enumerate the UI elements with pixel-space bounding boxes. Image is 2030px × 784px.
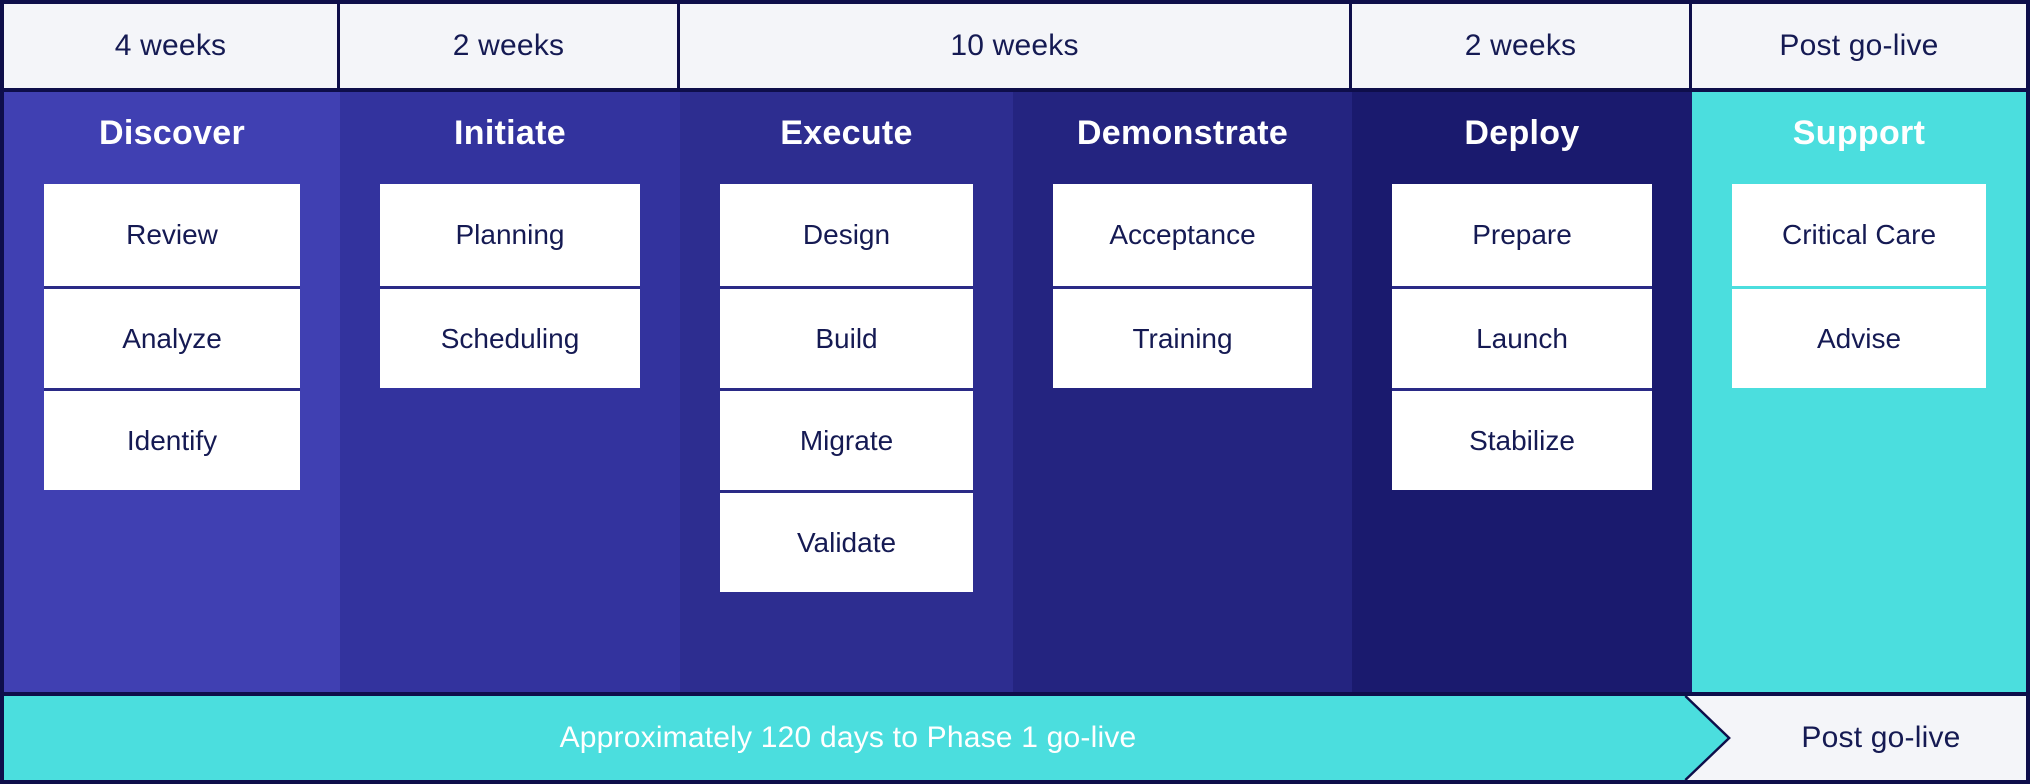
phase-title-support: Support: [1792, 114, 1926, 152]
task-label: Launch: [1476, 322, 1568, 354]
task-label: Identify: [126, 424, 218, 456]
task-card[interactable]: Critical Care: [1732, 184, 1986, 286]
duration-header-cell: 10 weeks: [680, 4, 1352, 88]
task-card[interactable]: Review: [44, 184, 300, 286]
task-card[interactable]: Analyze: [44, 286, 300, 388]
task-card[interactable]: Stabilize: [1392, 388, 1652, 490]
task-card[interactable]: Training: [1053, 286, 1312, 388]
task-label: Validate: [796, 526, 897, 558]
duration-header-cell: Post go-live: [1692, 4, 2026, 88]
task-label: Migrate: [799, 424, 894, 456]
task-card[interactable]: Migrate: [720, 388, 973, 490]
task-card[interactable]: Advise: [1732, 286, 1986, 388]
duration-header-row: 4 weeks 2 weeks 10 weeks 2 weeks Post go-liv…: [4, 4, 2026, 92]
task-card[interactable]: Scheduling: [380, 286, 640, 388]
footer-teal-arrow: [4, 696, 1730, 780]
phase-title-discover: Discover: [98, 114, 246, 152]
duration-header-cell: 2 weeks: [1352, 4, 1692, 88]
task-label: Advise: [1816, 322, 1902, 354]
task-card-stack-demonstrate: Acceptance Training: [1053, 184, 1312, 388]
task-card-stack-discover: Review Analyze Identify: [44, 184, 300, 490]
phase-title-initiate: Initiate: [454, 114, 566, 152]
task-label: Design: [802, 219, 891, 250]
task-label: Critical Care: [1781, 219, 1937, 250]
summary-footer-bar: Approximately 120 days to Phase 1 go-liv…: [4, 692, 2026, 780]
task-card[interactable]: Validate: [720, 490, 973, 592]
task-label: Scheduling: [440, 322, 580, 354]
task-label: Stabilize: [1469, 424, 1575, 456]
duration-label: 4 weeks: [114, 29, 227, 62]
duration-label: 2 weeks: [1464, 29, 1577, 62]
task-card[interactable]: Launch: [1392, 286, 1652, 388]
task-label: Planning: [455, 219, 565, 250]
phase-bands: Discover Initiate Execute Demonstrate Deploy…: [4, 92, 2026, 700]
task-card[interactable]: Acceptance: [1053, 184, 1312, 286]
task-card[interactable]: Identify: [44, 388, 300, 490]
phase-title-deploy: Deploy: [1464, 114, 1580, 152]
task-label: Training: [1132, 322, 1233, 354]
task-label: Prepare: [1472, 219, 1572, 250]
task-card-stack-deploy: Prepare Launch Stabilize: [1392, 184, 1652, 490]
task-card-stack-support: Critical Care Advise: [1732, 184, 1986, 388]
task-card[interactable]: Design: [720, 184, 973, 286]
task-label: Acceptance: [1109, 219, 1256, 250]
phase-title-execute: Execute: [780, 114, 913, 152]
task-card[interactable]: Build: [720, 286, 973, 388]
duration-header-cell: 4 weeks: [4, 4, 340, 88]
task-card[interactable]: Prepare: [1392, 184, 1652, 286]
task-label: Build: [815, 322, 878, 354]
task-card-stack-initiate: Planning Scheduling: [380, 184, 640, 388]
footer-arrow-shape: [4, 696, 1731, 780]
duration-label: Post go-live: [1779, 29, 1939, 62]
task-label: Review: [126, 219, 218, 250]
task-card[interactable]: Planning: [380, 184, 640, 286]
duration-label: 2 weeks: [452, 29, 565, 62]
duration-header-cell: 2 weeks: [340, 4, 680, 88]
duration-label: 10 weeks: [950, 29, 1079, 62]
task-card-stack-execute: Design Build Migrate Validate: [720, 184, 973, 592]
timeline-diagram: 4 weeks 2 weeks 10 weeks 2 weeks Post go-liv…: [0, 0, 2030, 784]
phase-title-demonstrate: Demonstrate: [1076, 114, 1289, 152]
task-label: Analyze: [122, 322, 222, 354]
